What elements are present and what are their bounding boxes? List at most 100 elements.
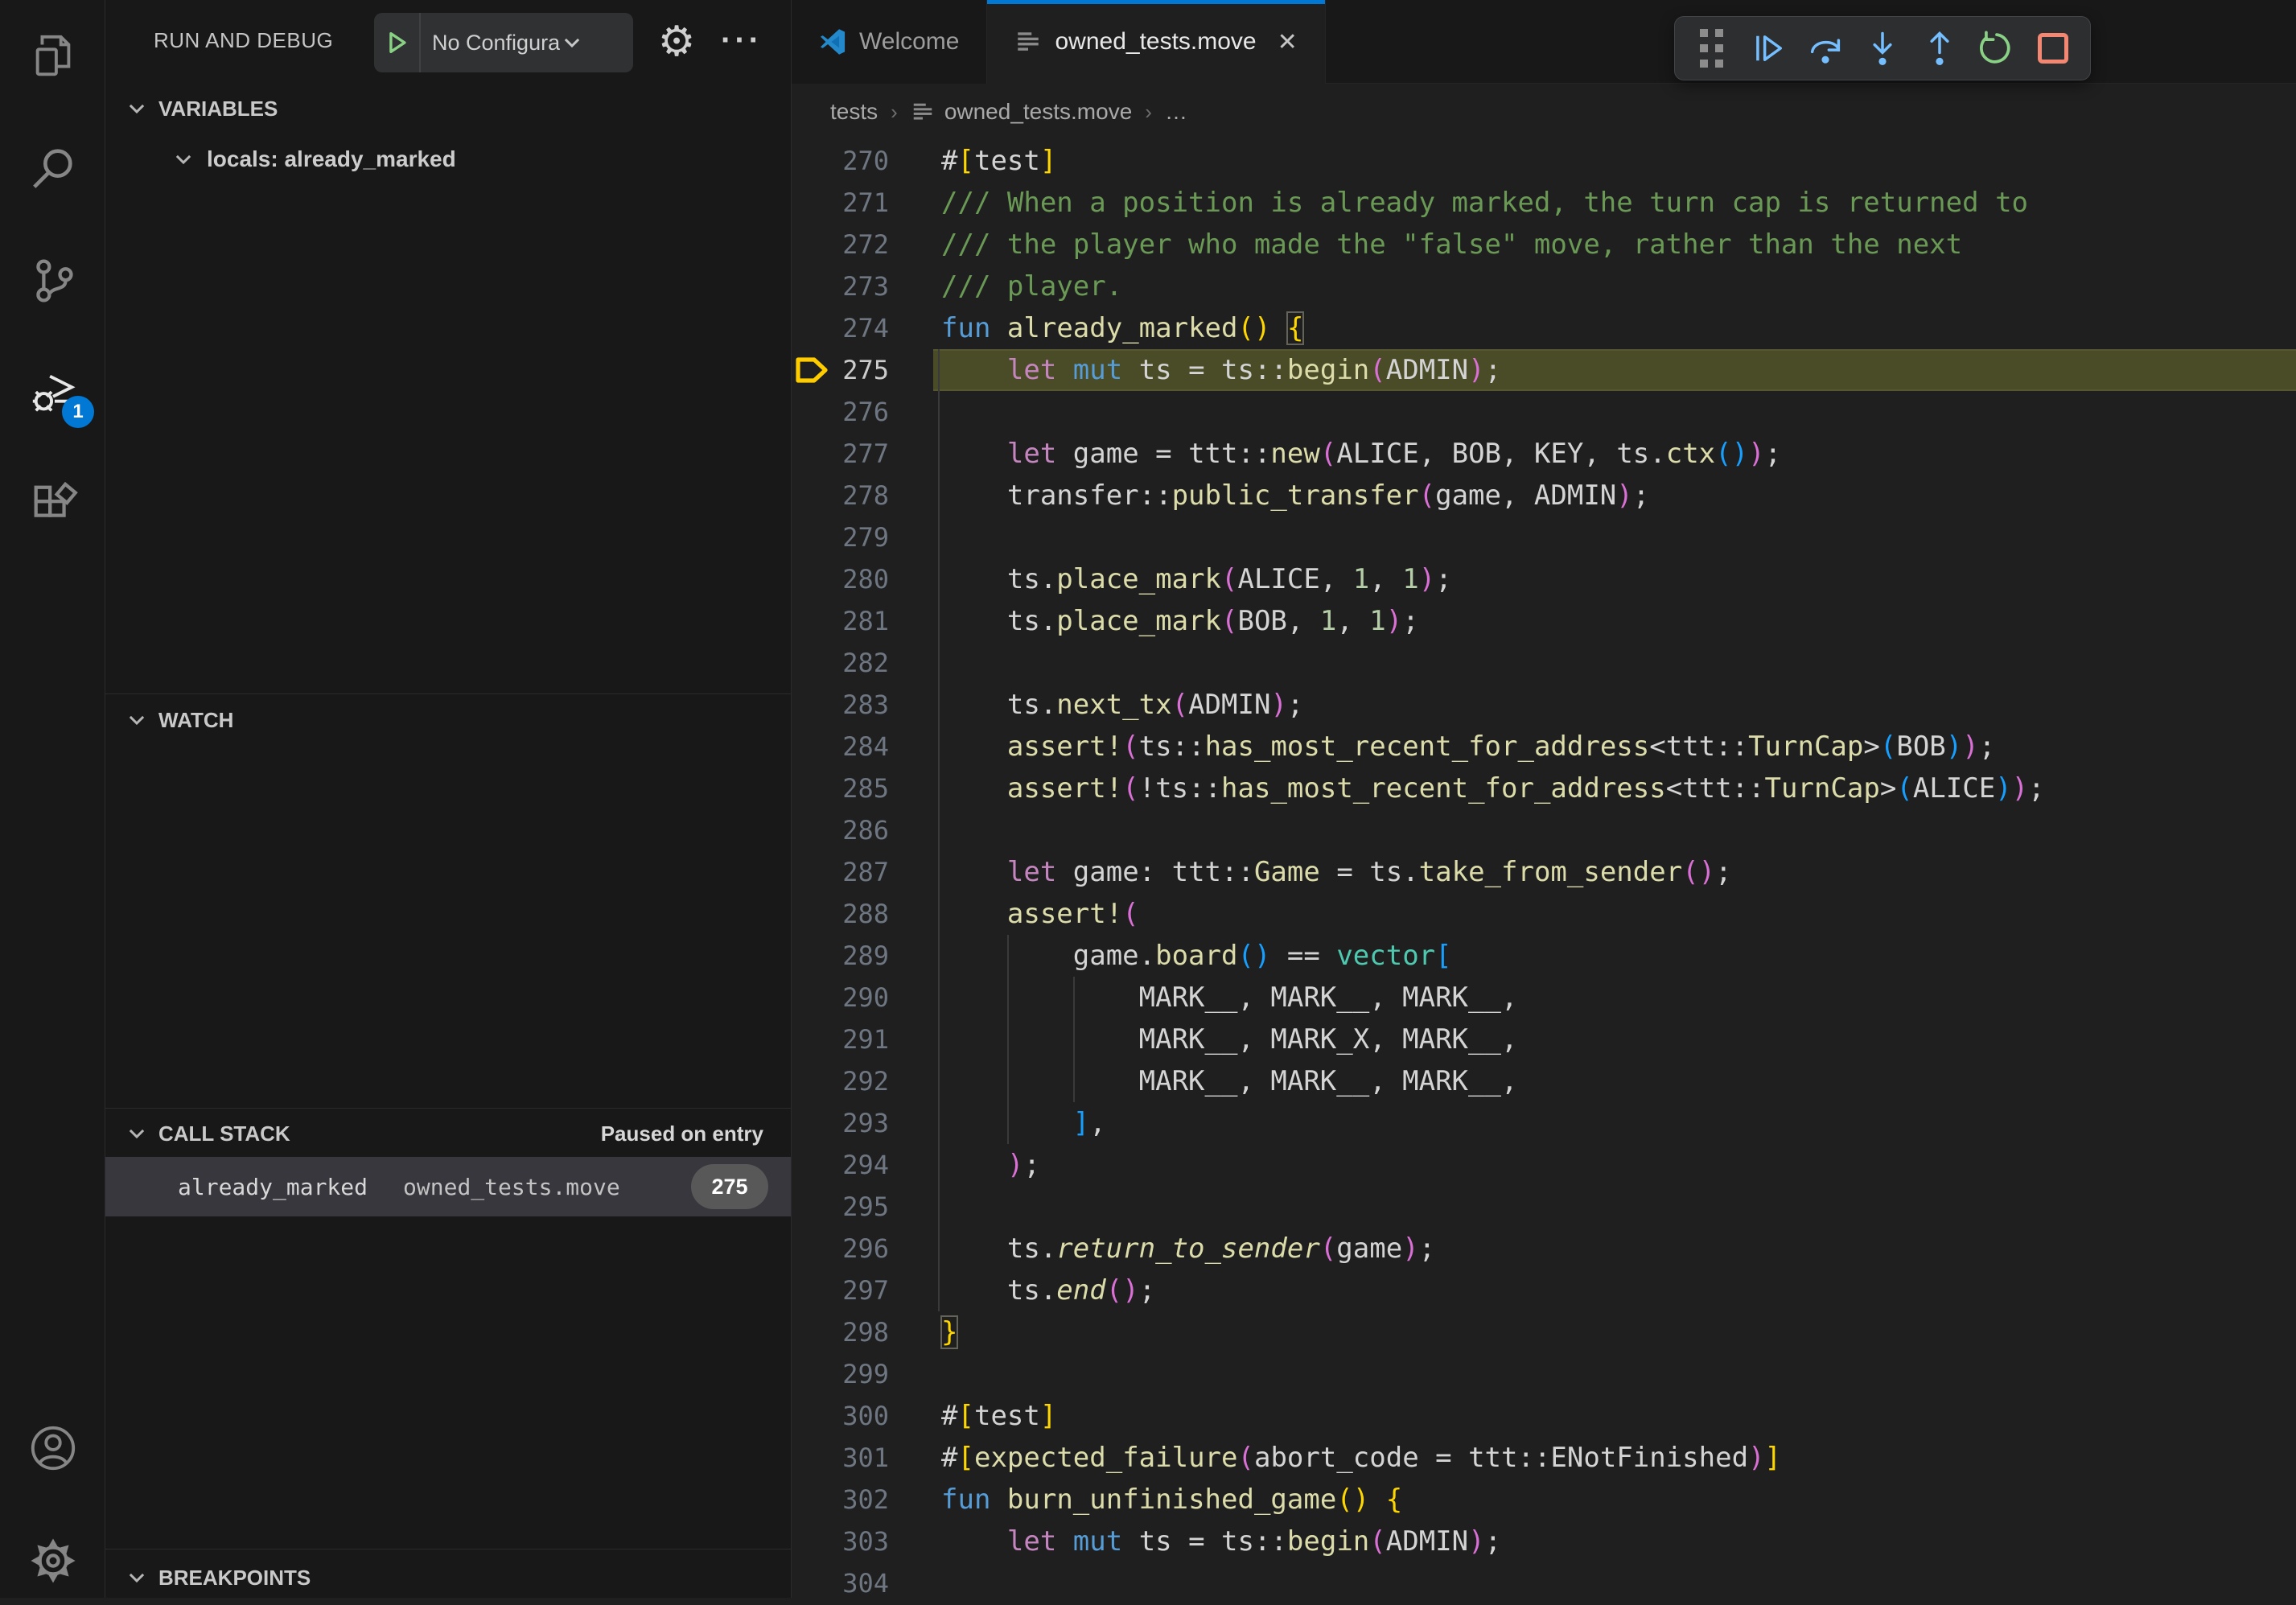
line-number[interactable]: 304 bbox=[792, 1562, 889, 1604]
call-stack-frame-row[interactable]: already_marked owned_tests.move 275 bbox=[105, 1157, 791, 1216]
line-number[interactable]: 273 bbox=[792, 265, 889, 307]
step-over-icon[interactable] bbox=[1800, 23, 1850, 73]
tab-welcome[interactable]: Welcome bbox=[792, 0, 987, 84]
line-number[interactable]: 270 bbox=[792, 140, 889, 182]
code-line[interactable]: 304 bbox=[792, 1562, 2296, 1604]
code-line[interactable]: 293 ], bbox=[792, 1102, 2296, 1144]
code-line[interactable]: 281 ts.place_mark(BOB, 1, 1); bbox=[792, 600, 2296, 642]
close-tab-icon[interactable]: ✕ bbox=[1278, 28, 1298, 56]
line-number[interactable]: 276 bbox=[792, 391, 889, 433]
code-line[interactable]: 299 bbox=[792, 1353, 2296, 1395]
line-number[interactable]: 289 bbox=[792, 935, 889, 977]
code-line[interactable]: 273/// player. bbox=[792, 265, 2296, 307]
code-line[interactable]: 277 let game = ttt::new(ALICE, BOB, KEY,… bbox=[792, 433, 2296, 475]
line-number[interactable]: 291 bbox=[792, 1019, 889, 1060]
code-line[interactable]: 287 let game: ttt::Game = ts.take_from_s… bbox=[792, 851, 2296, 893]
source-control-icon[interactable] bbox=[0, 237, 105, 325]
settings-gear-icon[interactable] bbox=[0, 1517, 105, 1605]
breadcrumb-item-file[interactable]: owned_tests.move bbox=[944, 99, 1132, 125]
code-line[interactable]: 275 let mut ts = ts::begin(ADMIN); bbox=[792, 349, 2296, 391]
line-number[interactable]: 277 bbox=[792, 433, 889, 475]
code-line[interactable]: 279 bbox=[792, 516, 2296, 558]
code-line[interactable]: 271/// When a position is already marked… bbox=[792, 182, 2296, 224]
line-number[interactable]: 282 bbox=[792, 642, 889, 684]
call-stack-section-header[interactable]: CALL STACK Paused on entry bbox=[105, 1113, 791, 1154]
code-line[interactable]: 301#[expected_failure(abort_code = ttt::… bbox=[792, 1437, 2296, 1479]
breadcrumb-item-tests[interactable]: tests bbox=[830, 99, 878, 125]
search-icon[interactable] bbox=[0, 124, 105, 212]
code-line[interactable]: 289 game.board() == vector[ bbox=[792, 935, 2296, 977]
line-number[interactable]: 272 bbox=[792, 224, 889, 265]
continue-icon[interactable] bbox=[1743, 23, 1793, 73]
watch-section-header[interactable]: WATCH bbox=[105, 700, 791, 740]
step-out-icon[interactable] bbox=[1915, 23, 1965, 73]
code-line[interactable]: 303 let mut ts = ts::begin(ADMIN); bbox=[792, 1521, 2296, 1562]
line-number[interactable]: 283 bbox=[792, 684, 889, 726]
code-line[interactable]: 286 bbox=[792, 809, 2296, 851]
code-line[interactable]: 294 ); bbox=[792, 1144, 2296, 1186]
views-more-actions-icon[interactable]: ··· bbox=[714, 16, 770, 64]
line-number[interactable]: 298 bbox=[792, 1311, 889, 1353]
line-number[interactable]: 300 bbox=[792, 1395, 889, 1437]
line-number[interactable]: 293 bbox=[792, 1102, 889, 1144]
code-line[interactable]: 270#[test] bbox=[792, 140, 2296, 182]
code-area[interactable]: 270#[test]271/// When a position is alre… bbox=[792, 140, 2296, 1598]
code-line[interactable]: 290 MARK__, MARK__, MARK__, bbox=[792, 977, 2296, 1019]
run-and-debug-icon[interactable]: 1 bbox=[0, 349, 105, 438]
code-line[interactable]: 274fun already_marked() { bbox=[792, 307, 2296, 349]
line-number[interactable]: 292 bbox=[792, 1060, 889, 1102]
line-number[interactable]: 295 bbox=[792, 1186, 889, 1228]
code-line[interactable]: 295 bbox=[792, 1186, 2296, 1228]
code-line[interactable]: 292 MARK__, MARK__, MARK__, bbox=[792, 1060, 2296, 1102]
code-line[interactable]: 297 ts.end(); bbox=[792, 1270, 2296, 1311]
account-icon[interactable] bbox=[0, 1404, 105, 1492]
line-number[interactable]: 302 bbox=[792, 1479, 889, 1521]
code-line[interactable]: 298} bbox=[792, 1311, 2296, 1353]
line-number[interactable]: 297 bbox=[792, 1270, 889, 1311]
variables-section-header[interactable]: VARIABLES bbox=[105, 88, 791, 129]
launch-settings-gear-icon[interactable]: ⚙ bbox=[654, 19, 699, 64]
line-number[interactable]: 299 bbox=[792, 1353, 889, 1395]
breakpoints-section-header[interactable]: BREAKPOINTS bbox=[105, 1558, 791, 1598]
line-number[interactable]: 278 bbox=[792, 475, 889, 516]
stop-icon[interactable] bbox=[2028, 23, 2078, 73]
line-number[interactable]: 287 bbox=[792, 851, 889, 893]
line-number[interactable]: 288 bbox=[792, 893, 889, 935]
code-line[interactable]: 283 ts.next_tx(ADMIN); bbox=[792, 684, 2296, 726]
breadcrumb-item-symbol[interactable]: … bbox=[1165, 99, 1187, 125]
code-line[interactable]: 280 ts.place_mark(ALICE, 1, 1); bbox=[792, 558, 2296, 600]
tab-owned-tests-move[interactable]: owned_tests.move ✕ bbox=[987, 0, 1325, 84]
toolbar-drag-handle[interactable] bbox=[1686, 23, 1736, 73]
code-line[interactable]: 288 assert!( bbox=[792, 893, 2296, 935]
line-number[interactable]: 284 bbox=[792, 726, 889, 768]
line-number[interactable]: 296 bbox=[792, 1228, 889, 1270]
code-line[interactable]: 284 assert!(ts::has_most_recent_for_addr… bbox=[792, 726, 2296, 768]
code-line[interactable]: 300#[test] bbox=[792, 1395, 2296, 1437]
code-line[interactable]: 282 bbox=[792, 642, 2296, 684]
code-line[interactable]: 278 transfer::public_transfer(game, ADMI… bbox=[792, 475, 2296, 516]
code-line[interactable]: 302fun burn_unfinished_game() { bbox=[792, 1479, 2296, 1521]
line-number[interactable]: 303 bbox=[792, 1521, 889, 1562]
code-line[interactable]: 296 ts.return_to_sender(game); bbox=[792, 1228, 2296, 1270]
code-line[interactable]: 276 bbox=[792, 391, 2296, 433]
code-line[interactable]: 272/// the player who made the "false" m… bbox=[792, 224, 2296, 265]
line-number[interactable]: 286 bbox=[792, 809, 889, 851]
line-number[interactable]: 271 bbox=[792, 182, 889, 224]
explorer-icon[interactable] bbox=[0, 11, 105, 100]
line-number[interactable]: 281 bbox=[792, 600, 889, 642]
code-line[interactable]: 285 assert!(!ts::has_most_recent_for_add… bbox=[792, 768, 2296, 809]
start-debugging-icon[interactable] bbox=[374, 13, 421, 72]
line-number[interactable]: 294 bbox=[792, 1144, 889, 1186]
line-number[interactable]: 279 bbox=[792, 516, 889, 558]
code-line[interactable]: 291 MARK__, MARK_X, MARK__, bbox=[792, 1019, 2296, 1060]
line-number[interactable]: 280 bbox=[792, 558, 889, 600]
variables-scope-row[interactable]: locals: already_marked bbox=[105, 138, 791, 180]
line-number[interactable]: 285 bbox=[792, 768, 889, 809]
extensions-icon[interactable] bbox=[0, 462, 105, 550]
line-number[interactable]: 274 bbox=[792, 307, 889, 349]
step-into-icon[interactable] bbox=[1858, 23, 1907, 73]
debug-config-dropdown[interactable]: No Configura bbox=[374, 13, 633, 72]
restart-icon[interactable] bbox=[1972, 23, 2022, 73]
line-number[interactable]: 301 bbox=[792, 1437, 889, 1479]
line-number[interactable]: 290 bbox=[792, 977, 889, 1019]
